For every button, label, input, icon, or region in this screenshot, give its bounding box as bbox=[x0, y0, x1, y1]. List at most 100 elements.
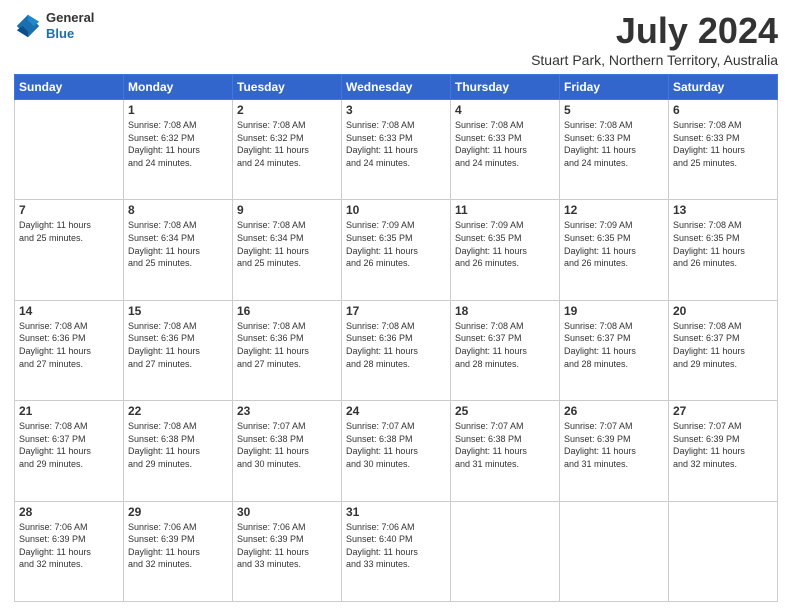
week-row-3: 14Sunrise: 7:08 AM Sunset: 6:36 PM Dayli… bbox=[15, 300, 778, 400]
day-info: Sunrise: 7:08 AM Sunset: 6:36 PM Dayligh… bbox=[19, 320, 119, 370]
day-number: 22 bbox=[128, 404, 228, 418]
day-info: Sunrise: 7:06 AM Sunset: 6:39 PM Dayligh… bbox=[237, 521, 337, 571]
day-number: 27 bbox=[673, 404, 773, 418]
day-number: 25 bbox=[455, 404, 555, 418]
day-cell: 10 Sunrise: 7:09 AM Sunset: 6:35 PM Dayli… bbox=[342, 200, 451, 300]
day-info: Sunrise: 7:08 AM Sunset: 6:33 PM Dayligh… bbox=[455, 119, 555, 169]
day-number: 21 bbox=[19, 404, 119, 418]
logo: General Blue bbox=[14, 10, 94, 41]
day-number: 18 bbox=[455, 304, 555, 318]
day-cell: 28Sunrise: 7:06 AM Sunset: 6:39 PM Dayli… bbox=[15, 501, 124, 601]
day-number: 24 bbox=[346, 404, 446, 418]
day-number: 3 bbox=[346, 103, 446, 117]
day-number: 26 bbox=[564, 404, 664, 418]
day-cell: 27 Sunrise: 7:07 AM Sunset: 6:39 PM Dayli… bbox=[669, 401, 778, 501]
week-row-1: 1 Sunrise: 7:08 AM Sunset: 6:32 PM Daylig… bbox=[15, 100, 778, 200]
day-info: Sunrise: 7:07 AM Sunset: 6:39 PM Dayligh… bbox=[673, 420, 773, 470]
header-saturday: Saturday bbox=[669, 75, 778, 100]
day-number: 9 bbox=[237, 203, 337, 217]
logo-icon bbox=[14, 12, 42, 40]
day-cell: 7 Daylight: 11 hours and 25 minutes. bbox=[15, 200, 124, 300]
day-cell: 31Sunrise: 7:06 AM Sunset: 6:40 PM Dayli… bbox=[342, 501, 451, 601]
day-cell: 8 Sunrise: 7:08 AM Sunset: 6:34 PM Daylig… bbox=[124, 200, 233, 300]
day-info: Sunrise: 7:08 AM Sunset: 6:35 PM Dayligh… bbox=[673, 219, 773, 269]
day-cell: 26 Sunrise: 7:07 AM Sunset: 6:39 PM Dayli… bbox=[560, 401, 669, 501]
day-info: Sunrise: 7:09 AM Sunset: 6:35 PM Dayligh… bbox=[455, 219, 555, 269]
header-wednesday: Wednesday bbox=[342, 75, 451, 100]
day-cell: 2 Sunrise: 7:08 AM Sunset: 6:32 PM Daylig… bbox=[233, 100, 342, 200]
day-info: Sunrise: 7:08 AM Sunset: 6:32 PM Dayligh… bbox=[237, 119, 337, 169]
day-cell: 15 Sunrise: 7:08 AM Sunset: 6:36 PM Dayli… bbox=[124, 300, 233, 400]
day-cell: 17 Sunrise: 7:08 AM Sunset: 6:36 PM Dayli… bbox=[342, 300, 451, 400]
day-number: 29 bbox=[128, 505, 228, 519]
day-cell: 6 Sunrise: 7:08 AM Sunset: 6:33 PM Daylig… bbox=[669, 100, 778, 200]
day-cell: 1 Sunrise: 7:08 AM Sunset: 6:32 PM Daylig… bbox=[124, 100, 233, 200]
day-number: 19 bbox=[564, 304, 664, 318]
day-number: 8 bbox=[128, 203, 228, 217]
day-info: Sunrise: 7:08 AM Sunset: 6:33 PM Dayligh… bbox=[673, 119, 773, 169]
month-year: July 2024 bbox=[531, 10, 778, 52]
day-number: 12 bbox=[564, 203, 664, 217]
day-info: Sunrise: 7:06 AM Sunset: 6:39 PM Dayligh… bbox=[128, 521, 228, 571]
day-cell: 13Sunrise: 7:08 AM Sunset: 6:35 PM Dayli… bbox=[669, 200, 778, 300]
day-cell: 9Sunrise: 7:08 AM Sunset: 6:34 PM Daylig… bbox=[233, 200, 342, 300]
header-sunday: Sunday bbox=[15, 75, 124, 100]
day-cell: 22 Sunrise: 7:08 AM Sunset: 6:38 PM Dayli… bbox=[124, 401, 233, 501]
day-number: 15 bbox=[128, 304, 228, 318]
day-cell: 20Sunrise: 7:08 AM Sunset: 6:37 PM Dayli… bbox=[669, 300, 778, 400]
day-number: 17 bbox=[346, 304, 446, 318]
day-cell: 21 Sunrise: 7:08 AM Sunset: 6:37 PM Dayli… bbox=[15, 401, 124, 501]
day-info: Sunrise: 7:08 AM Sunset: 6:36 PM Dayligh… bbox=[237, 320, 337, 370]
header-friday: Friday bbox=[560, 75, 669, 100]
day-info: Sunrise: 7:08 AM Sunset: 6:36 PM Dayligh… bbox=[346, 320, 446, 370]
day-cell: 5Sunrise: 7:08 AM Sunset: 6:33 PM Daylig… bbox=[560, 100, 669, 200]
day-cell bbox=[669, 501, 778, 601]
title-block: July 2024 Stuart Park, Northern Territor… bbox=[531, 10, 778, 68]
day-info: Sunrise: 7:08 AM Sunset: 6:37 PM Dayligh… bbox=[673, 320, 773, 370]
day-number: 30 bbox=[237, 505, 337, 519]
week-row-5: 28 Sunrise: 7:06 AM Sunset: 6:39 PM Dayli… bbox=[15, 501, 778, 601]
day-info: Sunrise: 7:08 AM Sunset: 6:37 PM Dayligh… bbox=[19, 420, 119, 470]
day-number: 11 bbox=[455, 203, 555, 217]
day-number: 10 bbox=[346, 203, 446, 217]
day-number: 23 bbox=[237, 404, 337, 418]
day-info: Sunrise: 7:08 AM Sunset: 6:38 PM Dayligh… bbox=[128, 420, 228, 470]
day-cell: 12Sunrise: 7:09 AM Sunset: 6:35 PM Dayli… bbox=[560, 200, 669, 300]
day-info: Sunrise: 7:07 AM Sunset: 6:38 PM Dayligh… bbox=[237, 420, 337, 470]
day-number: 6 bbox=[673, 103, 773, 117]
header-tuesday: Tuesday bbox=[233, 75, 342, 100]
day-cell: 24 Sunrise: 7:07 AM Sunset: 6:38 PM Dayli… bbox=[342, 401, 451, 501]
header-monday: Monday bbox=[124, 75, 233, 100]
day-number: 28 bbox=[19, 505, 119, 519]
day-cell: 23 Sunrise: 7:07 AM Sunset: 6:38 PM Dayli… bbox=[233, 401, 342, 501]
day-cell: 16 Sunrise: 7:08 AM Sunset: 6:36 PM Dayli… bbox=[233, 300, 342, 400]
day-cell: 19 Sunrise: 7:08 AM Sunset: 6:37 PM Dayli… bbox=[560, 300, 669, 400]
day-number: 7 bbox=[19, 203, 119, 217]
day-info: Sunrise: 7:07 AM Sunset: 6:39 PM Dayligh… bbox=[564, 420, 664, 470]
day-info: Sunrise: 7:07 AM Sunset: 6:38 PM Dayligh… bbox=[455, 420, 555, 470]
day-cell: 25 Sunrise: 7:07 AM Sunset: 6:38 PM Dayli… bbox=[451, 401, 560, 501]
day-info: Sunrise: 7:09 AM Sunset: 6:35 PM Dayligh… bbox=[346, 219, 446, 269]
day-number: 5 bbox=[564, 103, 664, 117]
day-cell bbox=[451, 501, 560, 601]
day-number: 16 bbox=[237, 304, 337, 318]
day-info: Sunrise: 7:08 AM Sunset: 6:36 PM Dayligh… bbox=[128, 320, 228, 370]
weekday-header-row: Sunday Monday Tuesday Wednesday Thursday… bbox=[15, 75, 778, 100]
day-info: Sunrise: 7:06 AM Sunset: 6:40 PM Dayligh… bbox=[346, 521, 446, 571]
day-cell: 29 Sunrise: 7:06 AM Sunset: 6:39 PM Dayli… bbox=[124, 501, 233, 601]
day-cell: 18Sunrise: 7:08 AM Sunset: 6:37 PM Dayli… bbox=[451, 300, 560, 400]
day-number: 2 bbox=[237, 103, 337, 117]
day-cell: 11 Sunrise: 7:09 AM Sunset: 6:35 PM Dayli… bbox=[451, 200, 560, 300]
day-cell: 4Sunrise: 7:08 AM Sunset: 6:33 PM Daylig… bbox=[451, 100, 560, 200]
logo-general: General bbox=[46, 10, 94, 26]
day-info: Sunrise: 7:08 AM Sunset: 6:37 PM Dayligh… bbox=[564, 320, 664, 370]
day-cell bbox=[15, 100, 124, 200]
day-number: 1 bbox=[128, 103, 228, 117]
day-info: Sunrise: 7:08 AM Sunset: 6:34 PM Dayligh… bbox=[128, 219, 228, 269]
day-info: Sunrise: 7:08 AM Sunset: 6:32 PM Dayligh… bbox=[128, 119, 228, 169]
logo-text: General Blue bbox=[46, 10, 94, 41]
day-info: Sunrise: 7:08 AM Sunset: 6:33 PM Dayligh… bbox=[346, 119, 446, 169]
day-cell: 14Sunrise: 7:08 AM Sunset: 6:36 PM Dayli… bbox=[15, 300, 124, 400]
day-info: Daylight: 11 hours and 25 minutes. bbox=[19, 219, 119, 244]
day-info: Sunrise: 7:07 AM Sunset: 6:38 PM Dayligh… bbox=[346, 420, 446, 470]
